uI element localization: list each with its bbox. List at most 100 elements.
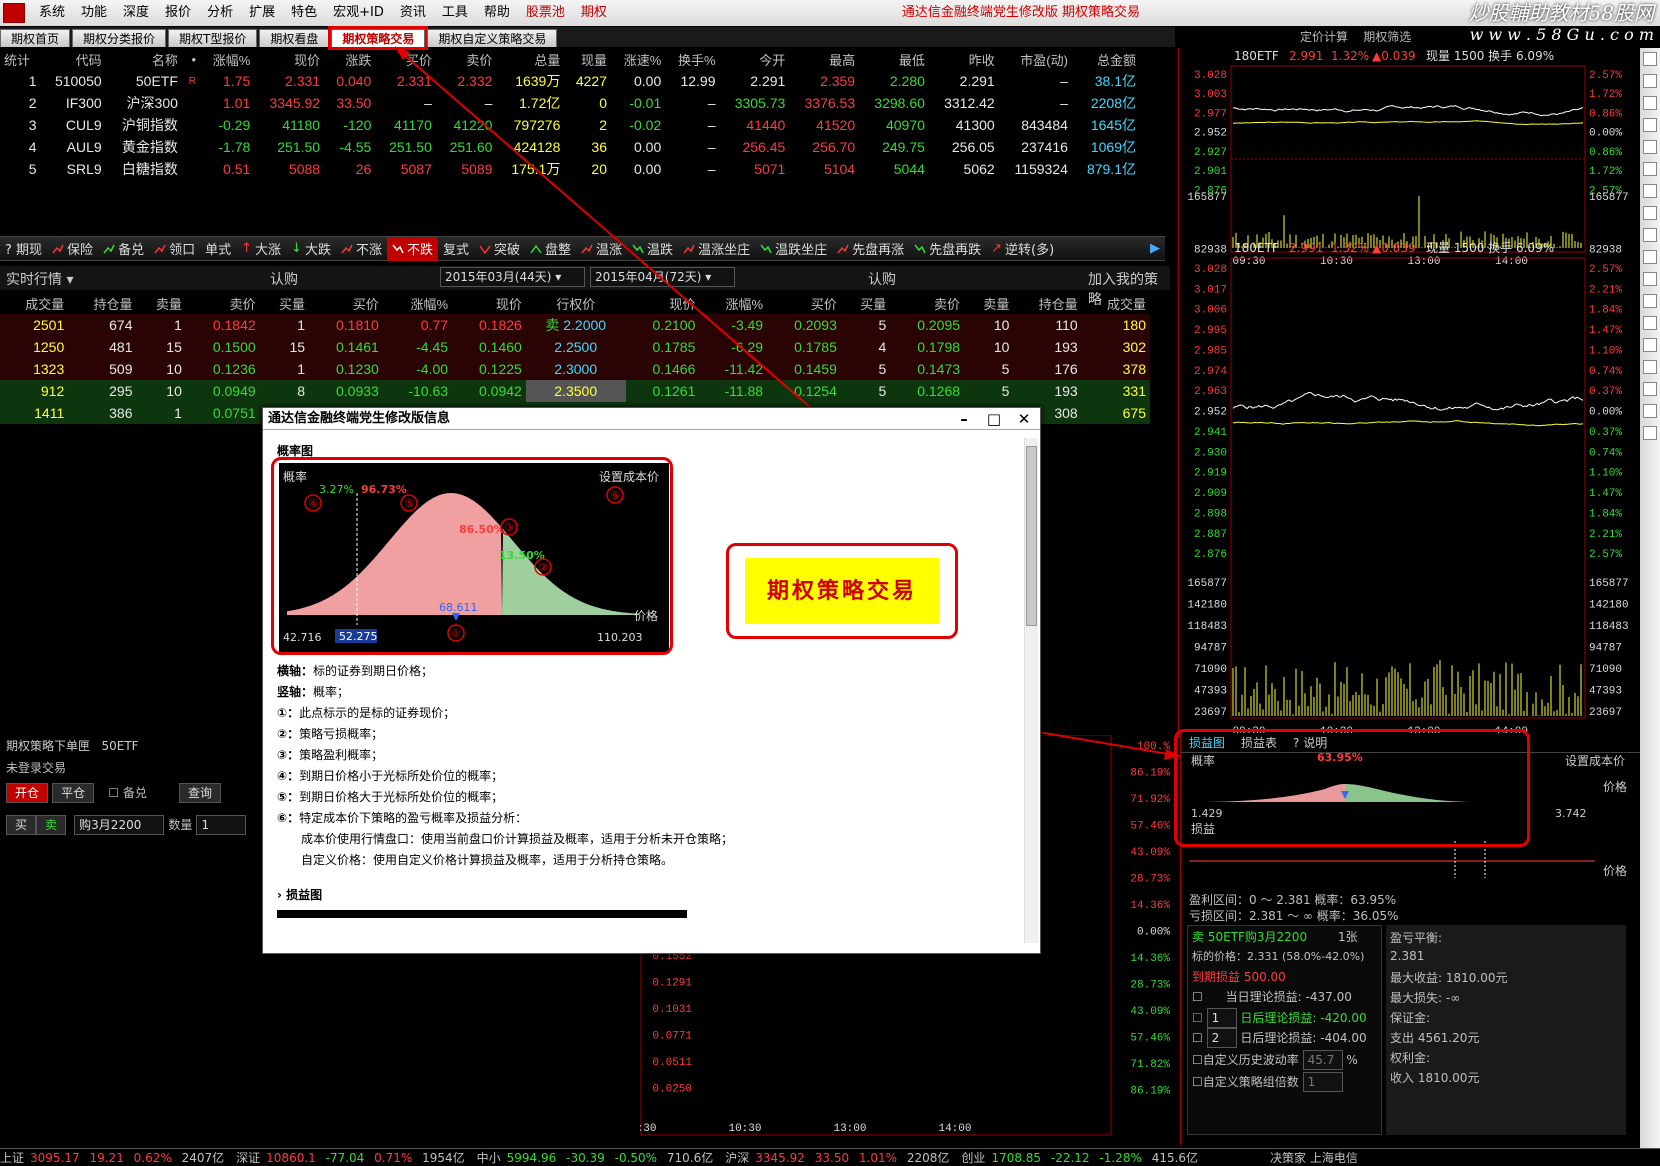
strategy-mild-fall-dealer[interactable]: 温跌坐庄 [755,237,832,261]
col-header[interactable]: 今开 [720,48,790,70]
month2-select[interactable]: 2015年04月(72天) ▾ [590,267,735,287]
strategy-reversal-long[interactable]: ↗ 逆转(多) [986,237,1059,261]
ticker-item[interactable]: 创业 1708.85 -22.12 -1.28% 415.6亿 [961,1149,1204,1166]
table-row[interactable]: 1250 481 15 0.1500 15 0.1461 -4.45 0.146… [0,336,1150,358]
table-row[interactable]: 2 IF300 沪深300 1.01 3345.92 33.50 – – 1.7… [0,92,1140,114]
col-header[interactable]: 市盈(动) [999,48,1072,70]
today-pnl[interactable]: ☐ 当日理论损益: -437.00 [1192,988,1352,1005]
col-header[interactable]: 统计 [0,48,41,70]
strategy-collar[interactable]: 领口 [149,237,200,261]
table-row[interactable]: 4 AUL9 黄金指数 -1.78 251.50 -4.55 251.50 25… [0,136,1140,158]
buy-button[interactable]: 买 [6,815,36,835]
contract-input[interactable]: 购3月2200 [74,815,164,835]
col-header[interactable]: 卖量 [137,292,186,314]
menu-news[interactable]: 资讯 [392,0,434,26]
table-row[interactable]: 912 295 10 0.0949 8 0.0933 -10.63 0.0942… [0,380,1150,402]
strategy-covered[interactable]: 备兑 [98,237,149,261]
strike-cell[interactable]: 卖 2.2000 [526,314,626,336]
col-header[interactable]: 买量 [260,292,309,314]
menu-system[interactable]: 系统 [31,0,73,26]
strategy-mild-fall[interactable]: 温跌 [627,237,678,261]
table-row[interactable]: 1323 509 10 0.1236 1 0.1230 -4.00 0.1225… [0,358,1150,380]
col-header[interactable]: 买价 [767,292,841,314]
col-header[interactable]: 买量 [841,292,890,314]
after2-input[interactable]: 2 [1207,1028,1237,1048]
table-row[interactable]: 1 510050 50ETF R 1.75 2.331 0.040 2.331 … [0,70,1140,92]
after2-pnl[interactable]: ☐ 2 日后理论损益: -404.00 [1192,1028,1367,1048]
tab-options-home[interactable]: 期权首页 [0,29,70,47]
col-header[interactable]: 现价 [626,292,700,314]
col-header[interactable]: 卖价 [436,48,497,70]
menu-extend[interactable]: 扩展 [241,0,283,26]
toolbar-icon[interactable] [1643,294,1657,308]
col-header[interactable]: 成交量 [0,292,68,314]
toolbar-icon[interactable] [1643,118,1657,132]
hist-vol[interactable]: ☐自定义历史波动率 45.7 % [1192,1050,1358,1070]
menu-tools[interactable]: 工具 [434,0,476,26]
col-header[interactable]: 昨收 [929,48,999,70]
tab-options-classified[interactable]: 期权分类报价 [72,29,166,47]
col-header[interactable]: 买价 [375,48,436,70]
col-header[interactable]: 卖量 [964,292,1013,314]
toolbar-icon[interactable] [1643,52,1657,66]
ticker-item[interactable]: 上证 3095.17 19.21 0.62% 2407亿 [0,1149,230,1166]
dialog-scrollbar[interactable] [1024,438,1038,943]
col-header[interactable]: 代码 [41,48,106,70]
strategy-mild-rise-dealer[interactable]: 温涨坐庄 [678,237,755,261]
col-header[interactable]: 涨幅% [200,48,254,70]
strategy-breakout[interactable]: 突破 [474,237,525,261]
ticker-item[interactable]: 中小 5994.96 -30.39 -0.50% 710.6亿 [477,1149,720,1166]
multiplier[interactable]: ☐自定义策略组倍数 1 [1192,1072,1343,1092]
after1-pnl[interactable]: ☐ 1 日后理论损益: -420.00 [1192,1008,1367,1028]
table-row[interactable]: 2501 674 1 0.1842 1 0.1810 0.77 0.1826 卖… [0,314,1150,336]
multiplier-input[interactable]: 1 [1303,1072,1343,1092]
col-header[interactable]: • [182,48,200,70]
menu-macro[interactable]: 宏观+ID [325,0,392,26]
menu-special[interactable]: 特色 [283,0,325,26]
after1-input[interactable]: 1 [1207,1008,1237,1028]
qty-input[interactable]: 1 [196,815,246,835]
link-pricing-calc[interactable]: 定价计算 [1300,30,1348,44]
col-header[interactable]: 持仓量 [1013,292,1081,314]
col-header[interactable]: 涨幅% [383,292,452,314]
strike-cell[interactable]: 2.3500 [526,380,626,402]
col-header[interactable]: 名称 [106,48,182,70]
toolbar-icon[interactable] [1643,360,1657,374]
table-row[interactable]: 3 CUL9 沪铜指数 -0.29 41180 -120 41170 41220… [0,114,1140,136]
strategy-no-rise[interactable]: 不涨 [336,237,387,261]
col-header[interactable]: 买价 [309,292,383,314]
menu-function[interactable]: 功能 [73,0,115,26]
sell-button[interactable]: 卖 [36,815,66,835]
strategy-mild-rise[interactable]: 温涨 [576,237,627,261]
hist-vol-input[interactable]: 45.7 [1303,1050,1343,1070]
col-header[interactable]: 涨跌 [324,48,375,70]
toolbar-icon[interactable] [1643,162,1657,176]
col-header[interactable]: 现价 [254,48,324,70]
month1-select[interactable]: 2015年03月(44天) ▾ [440,267,585,287]
toolbar-icon[interactable] [1643,228,1657,242]
ticker-item[interactable]: 深证 10860.1 -77.04 0.71% 1954亿 [236,1149,470,1166]
toolbar-icon[interactable] [1643,250,1657,264]
col-header[interactable]: 最低 [859,48,929,70]
strike-cell[interactable]: 2.3000 [526,358,626,380]
toolbar-icon[interactable] [1643,316,1657,330]
strategy-single[interactable]: 单式 [200,237,236,261]
table-row[interactable]: 5 SRL9 白糖指数 0.51 5088 26 5087 5089 175.1… [0,158,1140,180]
tab-options-watch[interactable]: 期权看盘 [259,29,329,47]
strategy-consolidate[interactable]: 盘整 [525,237,576,261]
col-header[interactable]: 涨幅% [699,292,767,314]
tab-options-strategy-trade[interactable]: 期权策略交易 [331,29,425,47]
toolbar-icon[interactable] [1643,338,1657,352]
col-header[interactable]: 总量 [496,48,564,70]
strike-cell[interactable]: 2.2500 [526,336,626,358]
toolbar-icon[interactable] [1643,96,1657,110]
strategy-big-fall[interactable]: ↓ 大跌 [286,237,336,261]
tab-options-t-quote[interactable]: 期权T型报价 [168,29,257,47]
toolbar-icon[interactable] [1643,404,1657,418]
col-header[interactable]: 持仓量 [68,292,136,314]
close-position-button[interactable]: 平仓 [52,783,94,803]
toolbar-icon[interactable] [1643,74,1657,88]
strategy-consolidate-fall[interactable]: 先盘再跌 [909,237,986,261]
next-section[interactable]: › 损益图 [277,885,733,906]
col-header[interactable]: 卖价 [186,292,260,314]
